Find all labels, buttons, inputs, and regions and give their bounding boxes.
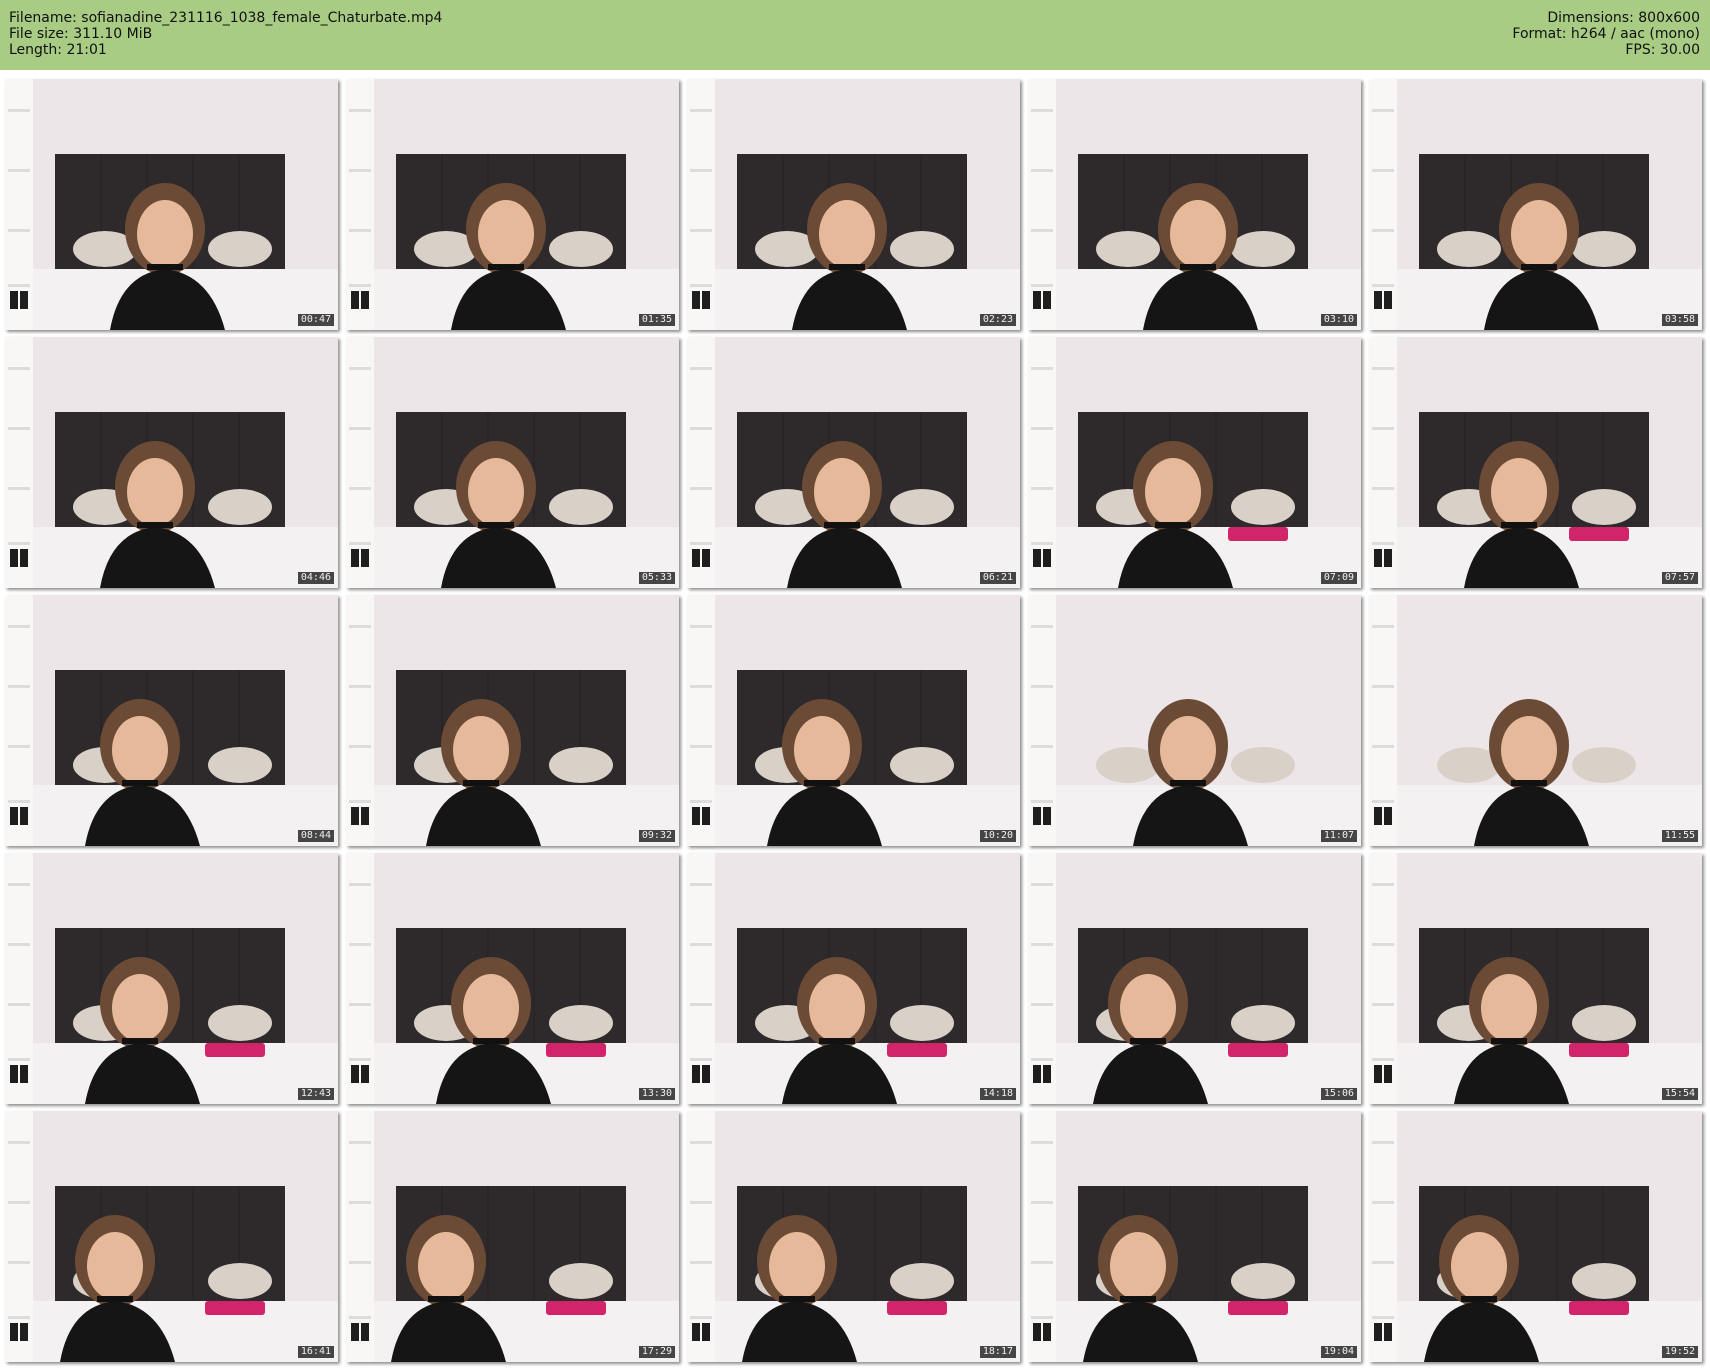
timestamp-label: 03:58	[1661, 314, 1698, 326]
video-thumbnail[interactable]: 16:41	[5, 1111, 338, 1362]
timestamp-label: 00:47	[297, 314, 334, 326]
video-thumbnail[interactable]: 19:04	[1028, 1111, 1361, 1362]
video-thumbnail[interactable]: 03:10	[1028, 79, 1361, 330]
timestamp-label: 01:35	[638, 314, 675, 326]
video-thumbnail[interactable]: 07:57	[1369, 337, 1702, 588]
video-thumbnail[interactable]: 09:32	[346, 595, 679, 846]
thumbnail-grid: 00:47 01:35 02:23 03:10 03:58 04:46 05:33 06:21…	[5, 79, 1702, 1362]
timestamp-label: 06:21	[979, 572, 1016, 584]
frame-image	[1369, 853, 1702, 1104]
video-thumbnail[interactable]: 10:20	[687, 595, 1020, 846]
timestamp-label: 19:04	[1320, 1346, 1357, 1358]
frame-image	[5, 595, 338, 846]
timestamp-label: 17:29	[638, 1346, 675, 1358]
timestamp-label: 11:07	[1320, 830, 1357, 842]
timestamp-label: 07:57	[1661, 572, 1698, 584]
video-thumbnail[interactable]: 13:30	[346, 853, 679, 1104]
video-thumbnail[interactable]: 12:43	[5, 853, 338, 1104]
video-thumbnail[interactable]: 19:52	[1369, 1111, 1702, 1362]
timestamp-label: 04:46	[297, 572, 334, 584]
frame-image	[687, 853, 1020, 1104]
frame-image	[1369, 337, 1702, 588]
filesize-text: File size: 311.10 MiB	[9, 26, 153, 42]
timestamp-label: 15:06	[1320, 1088, 1357, 1100]
timestamp-label: 10:20	[979, 830, 1016, 842]
video-thumbnail[interactable]: 14:18	[687, 853, 1020, 1104]
video-thumbnail[interactable]: 01:35	[346, 79, 679, 330]
frame-image	[687, 337, 1020, 588]
frame-image	[5, 853, 338, 1104]
frame-image	[1369, 1111, 1702, 1362]
video-thumbnail[interactable]: 07:09	[1028, 337, 1361, 588]
timestamp-label: 15:54	[1661, 1088, 1698, 1100]
frame-image	[346, 853, 679, 1104]
length-text: Length: 21:01	[9, 42, 107, 58]
timestamp-label: 13:30	[638, 1088, 675, 1100]
video-thumbnail[interactable]: 05:33	[346, 337, 679, 588]
frame-image	[1028, 79, 1361, 330]
frame-image	[687, 595, 1020, 846]
timestamp-label: 03:10	[1320, 314, 1357, 326]
file-info-right: Dimensions: 800x600 Format: h264 / aac (…	[1512, 10, 1700, 58]
timestamp-label: 08:44	[297, 830, 334, 842]
video-thumbnail[interactable]: 04:46	[5, 337, 338, 588]
timestamp-label: 12:43	[297, 1088, 334, 1100]
frame-image	[687, 79, 1020, 330]
video-thumbnail[interactable]: 06:21	[687, 337, 1020, 588]
fps-text: FPS: 30.00	[1625, 42, 1700, 58]
frame-image	[5, 79, 338, 330]
frame-image	[346, 337, 679, 588]
file-info-left: Filename: sofianadine_231116_1038_female…	[9, 10, 442, 58]
frame-image	[1028, 853, 1361, 1104]
frame-image	[1028, 595, 1361, 846]
video-thumbnail[interactable]: 15:06	[1028, 853, 1361, 1104]
timestamp-label: 11:55	[1661, 830, 1698, 842]
frame-image	[346, 79, 679, 330]
timestamp-label: 02:23	[979, 314, 1016, 326]
timestamp-label: 05:33	[638, 572, 675, 584]
video-thumbnail[interactable]: 08:44	[5, 595, 338, 846]
video-thumbnail[interactable]: 11:55	[1369, 595, 1702, 846]
frame-image	[5, 1111, 338, 1362]
timestamp-label: 16:41	[297, 1346, 334, 1358]
file-info-header: Filename: sofianadine_231116_1038_female…	[0, 0, 1710, 70]
timestamp-label: 07:09	[1320, 572, 1357, 584]
frame-image	[687, 1111, 1020, 1362]
dimensions-text: Dimensions: 800x600	[1547, 10, 1700, 26]
frame-image	[1028, 1111, 1361, 1362]
timestamp-label: 09:32	[638, 830, 675, 842]
timestamp-label: 18:17	[979, 1346, 1016, 1358]
video-thumbnail[interactable]: 17:29	[346, 1111, 679, 1362]
video-thumbnail[interactable]: 11:07	[1028, 595, 1361, 846]
frame-image	[1369, 595, 1702, 846]
video-thumbnail[interactable]: 02:23	[687, 79, 1020, 330]
filename-text: Filename: sofianadine_231116_1038_female…	[9, 10, 443, 26]
frame-image	[5, 337, 338, 588]
video-thumbnail[interactable]: 03:58	[1369, 79, 1702, 330]
frame-image	[346, 595, 679, 846]
timestamp-label: 14:18	[979, 1088, 1016, 1100]
video-thumbnail[interactable]: 00:47	[5, 79, 338, 330]
video-thumbnail[interactable]: 15:54	[1369, 853, 1702, 1104]
frame-image	[1369, 79, 1702, 330]
timestamp-label: 19:52	[1661, 1346, 1698, 1358]
video-thumbnail[interactable]: 18:17	[687, 1111, 1020, 1362]
frame-image	[346, 1111, 679, 1362]
frame-image	[1028, 337, 1361, 588]
format-text: Format: h264 / aac (mono)	[1512, 26, 1700, 42]
